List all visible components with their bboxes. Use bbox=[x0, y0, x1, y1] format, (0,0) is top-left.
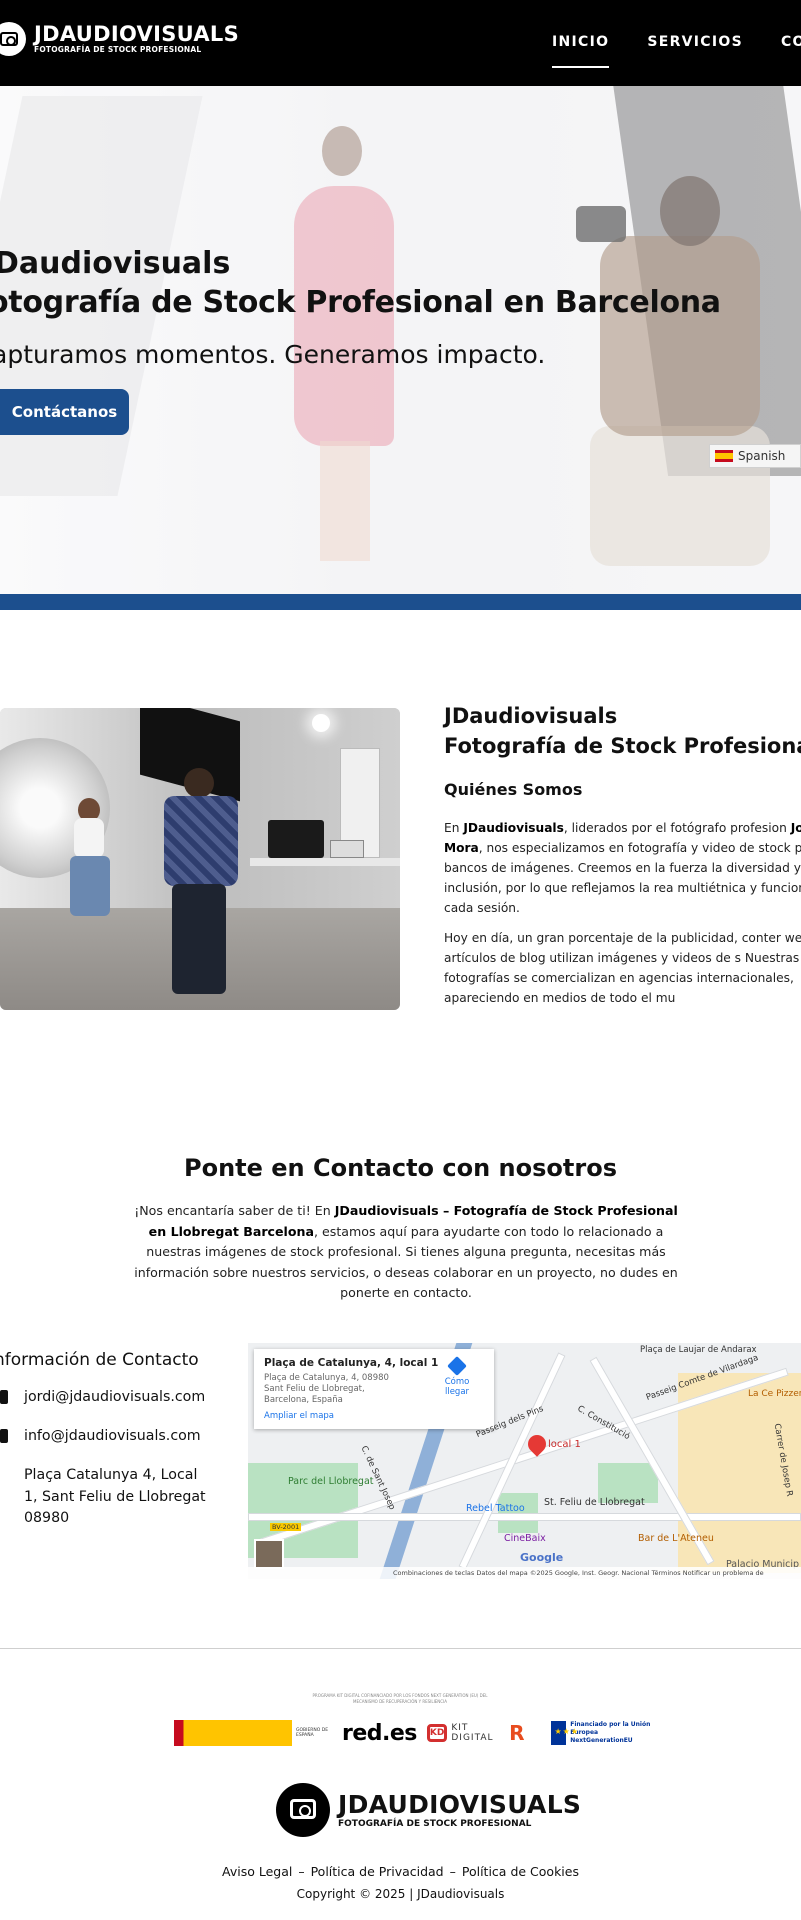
camera-logo-icon bbox=[276, 1783, 330, 1837]
map-satellite-toggle[interactable] bbox=[254, 1539, 284, 1569]
hero-section: Daudiovisuals otografía de Stock Profesi… bbox=[0, 86, 801, 594]
nav-inicio[interactable]: INICIO bbox=[552, 34, 610, 68]
site-header: JDAUDIOVISUALS FOTOGRAFÍA DE STOCK PROFE… bbox=[0, 0, 801, 86]
footer-links: Aviso Legal – Política de Privacidad – Polít… bbox=[222, 1864, 579, 1879]
contact-email-2[interactable]: info@jdaudiovisuals.com bbox=[0, 1426, 201, 1448]
cookies-policy-link[interactable]: Política de Cookies bbox=[462, 1864, 579, 1879]
nav-contacto[interactable]: CONTA bbox=[781, 34, 801, 50]
language-label: Spanish bbox=[738, 449, 786, 463]
main-nav: INICIO SERVICIOS CONTA bbox=[552, 34, 801, 68]
copyright: Copyright © 2025 | JDaudiovisuals bbox=[296, 1887, 505, 1901]
about-paragraph-2: Hoy en día, un gran porcentaje de la pub… bbox=[444, 931, 801, 1005]
spain-flag-icon bbox=[715, 450, 733, 462]
map-directions-link[interactable]: Cómo llegar bbox=[432, 1356, 482, 1397]
map-attribution: Combinaciones de teclas Datos del mapa ©… bbox=[248, 1567, 801, 1579]
redes-logo: red.es bbox=[342, 1720, 417, 1746]
funding-logos: GOBIERNO DE ESPAÑA red.es KD KIT DIGITAL… bbox=[174, 1718, 650, 1748]
gobierno-espana-logo: GOBIERNO DE ESPAÑA bbox=[174, 1719, 332, 1747]
hero-divider-bar bbox=[0, 594, 801, 610]
map-place-address: Plaça de Catalunya, 4, 08980 Sant Feliu … bbox=[264, 1373, 389, 1405]
about-subtitle: Quiénes Somos bbox=[444, 780, 583, 799]
directions-icon bbox=[447, 1356, 467, 1376]
recuperacion-logo: R bbox=[509, 1721, 525, 1745]
eu-funding-logo: Financiado por la Unión Europea NextGene… bbox=[550, 1721, 651, 1745]
language-selector[interactable]: Spanish bbox=[709, 444, 801, 468]
nav-servicios[interactable]: SERVICIOS bbox=[647, 34, 743, 50]
privacy-policy-link[interactable]: Política de Privacidad bbox=[311, 1864, 444, 1879]
logo-subtitle: FOTOGRAFÍA DE STOCK PROFESIONAL bbox=[34, 45, 202, 54]
logo-title: JDAUDIOVISUALS bbox=[34, 22, 239, 46]
contact-heading: Ponte en Contacto con nosotros bbox=[184, 1154, 617, 1182]
phone-icon bbox=[0, 1390, 8, 1404]
camera-logo-icon bbox=[0, 22, 26, 56]
about-paragraph-1: En JDaudiovisuals, liderados por el fotó… bbox=[444, 821, 801, 915]
about-brand: JDaudiovisuals bbox=[444, 704, 618, 728]
map-pin-label: local 1 bbox=[548, 1439, 581, 1450]
hero-tagline: apturamos momentos. Generamos impacto. bbox=[0, 340, 546, 369]
eu-flag-icon bbox=[550, 1721, 579, 1745]
google-map-embed[interactable]: Plaça de Catalunya, 4, local 1 Plaça de … bbox=[248, 1343, 801, 1579]
funding-text: PROGRAMA KIT DIGITAL COFINANCIADO POR LO… bbox=[312, 1693, 488, 1704]
hero-brand: Daudiovisuals bbox=[0, 246, 231, 281]
contact-address: Plaça Catalunya 4, Local 1, Sant Feliu d… bbox=[24, 1467, 206, 1526]
hero-title: otografía de Stock Profesional en Barcel… bbox=[0, 285, 721, 320]
contact-info-heading: nformación de Contacto bbox=[0, 1350, 199, 1370]
footer-logo-title: JDAUDIOVISUALS bbox=[338, 1789, 582, 1819]
footer-divider bbox=[0, 1648, 801, 1649]
site-logo[interactable]: JDAUDIOVISUALS FOTOGRAFÍA DE STOCK PROFE… bbox=[0, 22, 239, 56]
contact-email-1[interactable]: jordi@jdaudiovisuals.com bbox=[0, 1387, 205, 1409]
contact-cta-button[interactable]: Contáctanos bbox=[0, 389, 129, 435]
phone-icon bbox=[0, 1429, 8, 1443]
aviso-legal-link[interactable]: Aviso Legal bbox=[222, 1864, 292, 1879]
contact-intro: ¡Nos encantaría saber de ti! En JDaudiov… bbox=[134, 1203, 678, 1300]
map-info-card: Plaça de Catalunya, 4, local 1 Plaça de … bbox=[254, 1349, 494, 1429]
kit-digital-logo: KD KIT DIGITAL bbox=[426, 1723, 497, 1743]
footer-logo[interactable]: JDAUDIOVISUALS FOTOGRAFÍA DE STOCK PROFE… bbox=[276, 1783, 581, 1837]
google-logo: Google bbox=[520, 1551, 564, 1564]
about-title: Fotografía de Stock Profesiona bbox=[444, 734, 801, 758]
studio-photo bbox=[0, 708, 400, 1010]
footer-logo-subtitle: FOTOGRAFÍA DE STOCK PROFESIONAL bbox=[338, 1818, 532, 1829]
map-enlarge-link[interactable]: Ampliar el mapa bbox=[264, 1411, 334, 1421]
